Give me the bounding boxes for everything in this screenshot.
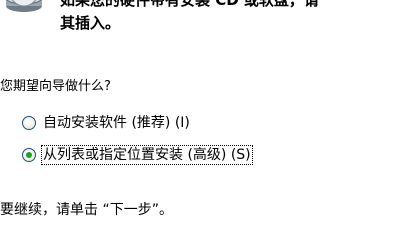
intro-line-1: 如果您的硬件带有安装 CD 或软盘，请 <box>60 0 319 9</box>
radio-option-list-install-label[interactable]: 从列表或指定位置安装 (高级) (S) <box>41 145 253 165</box>
intro-text: 如果您的硬件带有安装 CD 或软盘，请 其插入。 <box>60 0 400 35</box>
radio-selected-icon[interactable] <box>22 148 36 162</box>
wizard-page: 如果您的硬件带有安装 CD 或软盘，请 其插入。 您期望向导做什么? 自动安装软… <box>0 0 400 240</box>
radio-unselected-icon[interactable] <box>22 116 36 130</box>
intro-line-2: 其插入。 <box>60 14 121 32</box>
radio-option-auto-install[interactable]: 自动安装软件 (推荐) (I) <box>22 114 191 132</box>
cd-drive-icon <box>6 0 42 12</box>
radio-selected-dot <box>26 152 32 158</box>
question-label: 您期望向导做什么? <box>0 79 111 94</box>
radio-option-auto-install-label[interactable]: 自动安装软件 (推荐) (I) <box>42 114 191 132</box>
continue-instruction: 要继续，请单击 “下一步”。 <box>0 202 173 218</box>
radio-option-list-install[interactable]: 从列表或指定位置安装 (高级) (S) <box>22 145 253 165</box>
